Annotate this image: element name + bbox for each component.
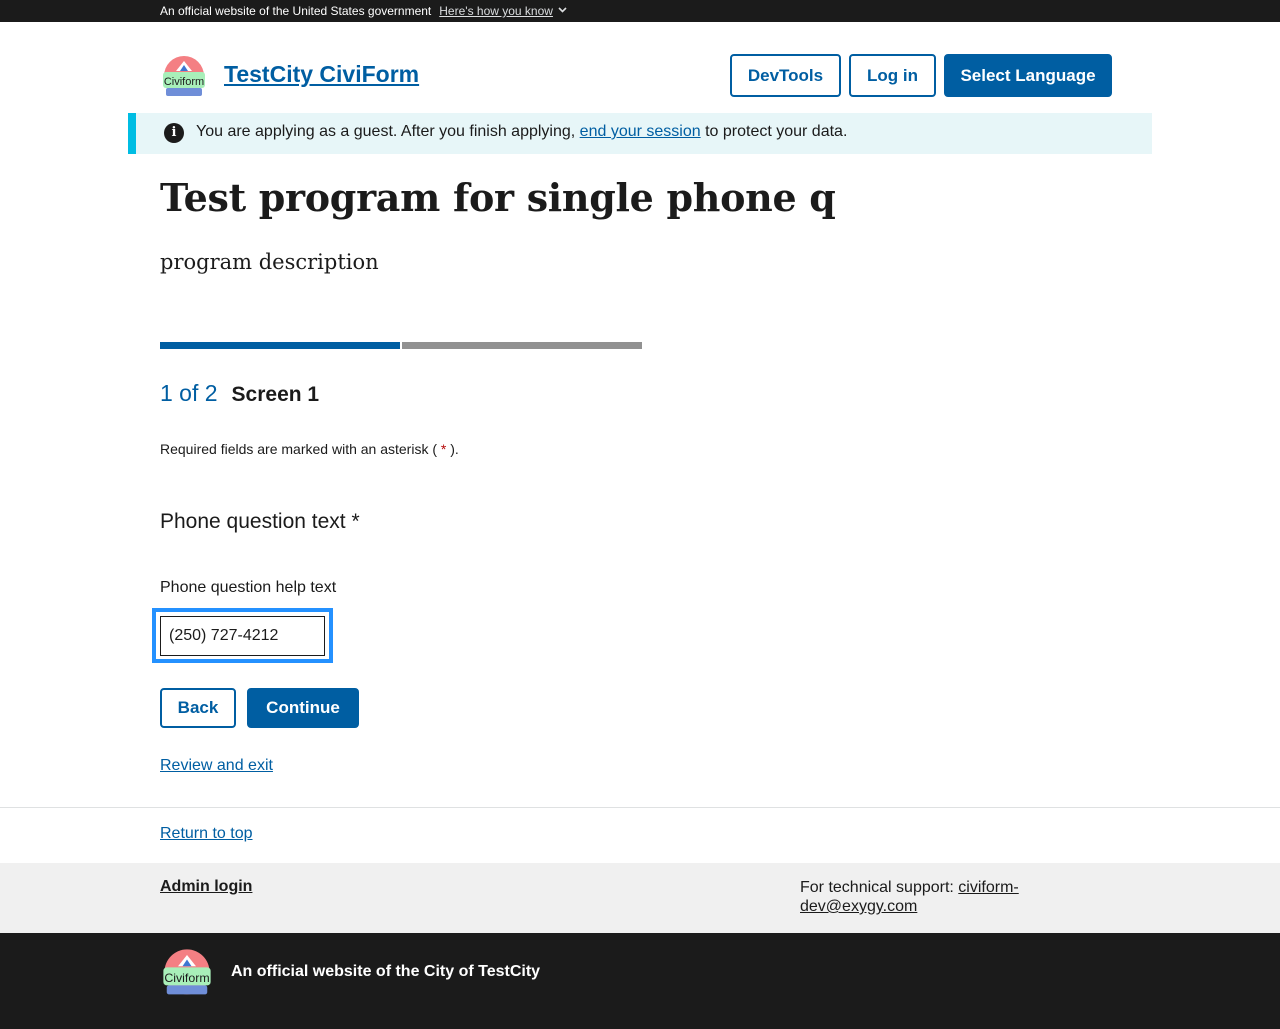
svg-text:Civiform: Civiform <box>164 971 209 985</box>
required-fields-note: Required fields are marked with an aster… <box>160 441 459 457</box>
end-session-link[interactable]: end your session <box>580 123 701 140</box>
screen-name: Screen 1 <box>231 383 320 406</box>
login-button[interactable]: Log in <box>849 54 936 97</box>
site-title-link[interactable]: TestCity CiviForm <box>224 61 419 88</box>
alert-message: You are applying as a guest. After you f… <box>196 123 847 141</box>
back-button[interactable]: Back <box>160 688 236 728</box>
phone-input[interactable] <box>160 616 325 656</box>
program-description: program description <box>160 250 379 274</box>
official-website-text: An official website of the City of TestC… <box>231 963 541 980</box>
gov-banner-text: An official website of the United States… <box>160 4 432 18</box>
admin-login-link[interactable]: Admin login <box>160 878 252 896</box>
return-to-top-link[interactable]: Return to top <box>160 825 253 843</box>
required-note-before: Required fields are marked with an aster… <box>160 441 441 457</box>
footer-divider <box>0 807 1280 808</box>
select-language-button[interactable]: Select Language <box>944 54 1112 97</box>
civiform-logo[interactable]: Civiform <box>160 55 208 99</box>
footer-civiform-logo: Civiform <box>160 948 214 998</box>
footer-secondary: Civiform An official website of the City… <box>0 933 1280 1029</box>
question-text: Phone question text * <box>160 510 360 533</box>
footer-primary: Admin login For technical support: civif… <box>0 863 1280 933</box>
support-label: For technical support: <box>800 879 959 896</box>
progress-segment-complete <box>160 342 400 349</box>
step-count: 1 of 2 <box>160 380 218 406</box>
continue-button[interactable]: Continue <box>247 688 359 728</box>
info-icon: i <box>164 123 184 143</box>
review-and-exit-link[interactable]: Review and exit <box>160 757 273 775</box>
program-title: Test program for single phone q <box>160 175 836 220</box>
required-note-after: ). <box>446 441 459 457</box>
question-help-text: Phone question help text <box>160 579 337 596</box>
progress-bar <box>160 342 642 349</box>
alert-text-after: to protect your data. <box>700 123 848 140</box>
devtools-button[interactable]: DevTools <box>730 54 841 97</box>
svg-text:Civiform: Civiform <box>164 76 204 88</box>
chevron-down-icon[interactable] <box>558 5 567 15</box>
gov-banner: An official website of the United States… <box>0 0 1280 22</box>
technical-support: For technical support: civiform-dev@exyg… <box>800 878 1040 916</box>
progress-segment-remaining <box>402 342 642 349</box>
heres-how-you-know-link[interactable]: Here's how you know <box>439 4 553 18</box>
step-indicator: 1 of 2 Screen 1 <box>160 380 319 407</box>
guest-session-alert: i You are applying as a guest. After you… <box>128 113 1152 154</box>
alert-text-before: You are applying as a guest. After you f… <box>196 123 580 140</box>
